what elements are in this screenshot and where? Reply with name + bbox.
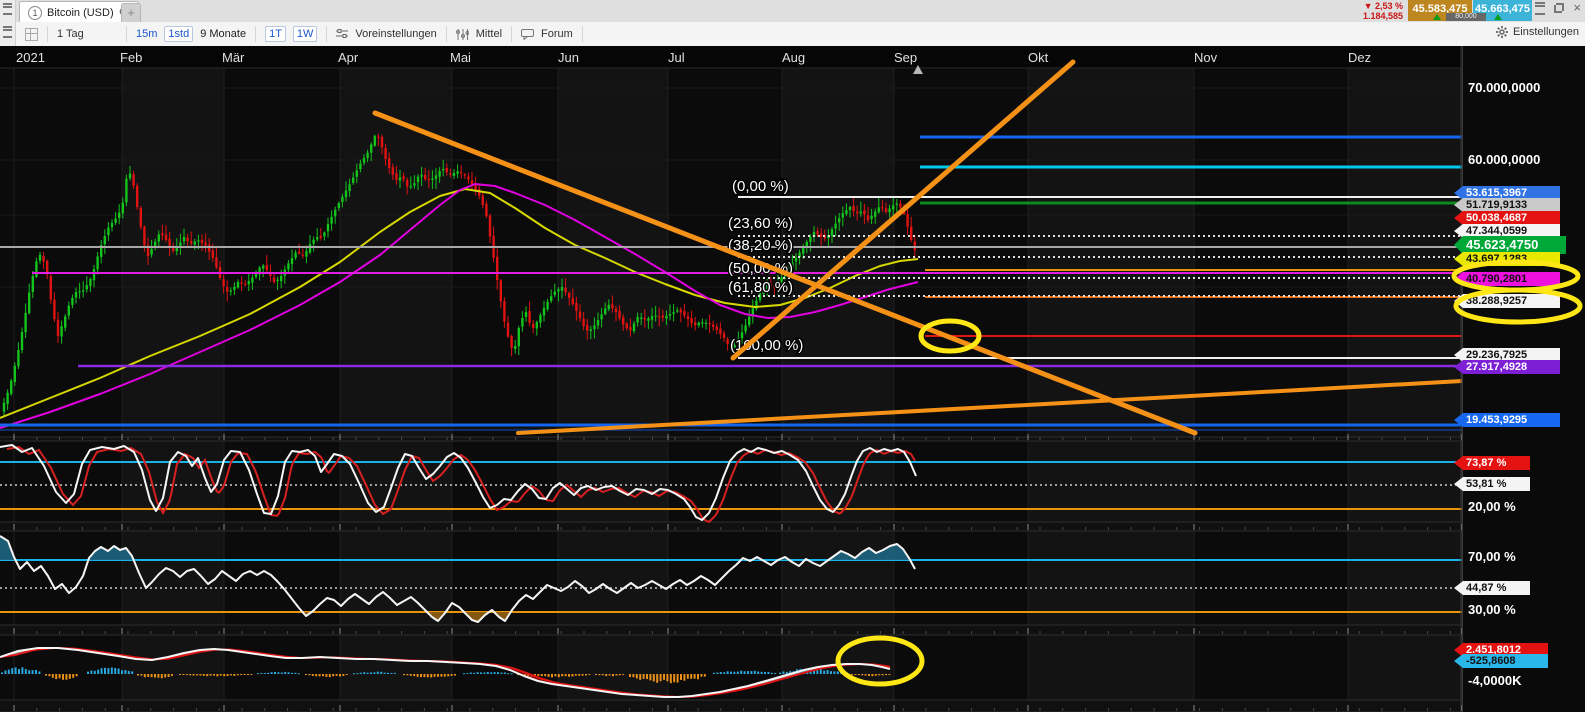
month-label: Feb [120,50,142,65]
settings-label: Einstellungen [1512,26,1579,38]
price-badge: 27.917,4928 [1454,360,1560,374]
forum-label: Forum [541,28,573,40]
month-label: Nov [1194,50,1218,65]
watchlist-icon[interactable] [3,26,12,38]
price-badge: 43.697,1283 [1454,252,1560,266]
sliders-icon [336,29,349,38]
price-badge: 50.038,4687 [1454,211,1560,225]
ask-up-arrow-icon [1494,14,1502,20]
tab-title: Bitcoin (USD) [47,6,114,19]
tab-number-icon: 1 [28,5,42,20]
timeframe-1std-button[interactable]: 1std [164,26,194,42]
main-menu-icon[interactable] [3,3,12,15]
bid-up-arrow-icon [1433,14,1441,20]
timeframe-1w-button[interactable]: 1W [292,26,318,42]
axis-label: -4,0000K [1468,673,1522,688]
chart-toolbar: 1 Tag 15m 1std 9 Monate 1T 1W Voreinstel… [0,22,1585,47]
month-label: Dez [1348,50,1371,65]
settings-button[interactable]: Einstellungen [1495,26,1579,38]
title-bar: 1 Bitcoin (USD) + ▼ 2,53 % 1.184,585 45.… [0,0,1585,23]
range-selector[interactable]: 9 Monate [200,28,246,40]
presets-button[interactable]: Voreinstellungen [327,26,447,42]
month-label: Okt [1028,50,1049,65]
change-percent: ▼ 2,53 % [1363,1,1403,11]
price-badge: 53.615,3967 [1454,186,1560,200]
speech-bubble-icon [521,28,535,40]
forum-button[interactable]: Forum [512,26,583,42]
axis-label: 30,00 % [1468,602,1516,617]
timeframe-15m-button[interactable]: 15m [136,28,157,40]
fib-label: (0,00 %) [732,178,789,195]
window-menu-icon[interactable] [1535,2,1546,14]
price-badge: 38.288,9257 [1454,294,1560,308]
presets-label: Voreinstellungen [355,28,437,40]
fib-label: (38,20 %) [728,237,793,254]
close-window-icon[interactable]: × [1573,1,1581,14]
price-badge: 73,87 % [1454,456,1530,470]
expand-window-icon[interactable] [1554,3,1565,13]
axis-label: 60.000,0000 [1468,152,1541,167]
fib-label: (23,60 %) [728,215,793,232]
change-absolute: 1.184,585 [1362,11,1403,21]
left-icon-strip [0,0,16,46]
axis-label: 70.000,0000 [1468,80,1541,95]
price-badge: -525,8608 [1454,654,1548,668]
timeframe-1t-button[interactable]: 1T [265,26,286,42]
month-label: 2021 [16,50,45,65]
axis-label: 20,00 % [1468,499,1516,514]
axis-label: 70,00 % [1468,549,1516,564]
fib-label: (61,80 %) [728,279,793,296]
month-label: Mär [222,50,245,65]
price-badge: 45.623,4750 [1454,236,1566,254]
month-label: Apr [338,50,359,65]
month-label: Sep [894,50,917,65]
price-badge: 29.236,7925 [1454,348,1560,362]
new-tab-button[interactable]: + [121,3,141,23]
trading-app-window: 1 Bitcoin (USD) + ▼ 2,53 % 1.184,585 45.… [0,0,1585,712]
price-badge: 19.453,9295 [1454,413,1560,427]
month-label: Jul [668,50,685,65]
price-axis[interactable]: 70.000,0000 60.000,0000 20,00 % 70,00 % 30,0… [1454,46,1585,712]
price-badge: 53,81 % [1454,477,1530,491]
mittel-label: Mittel [475,28,503,40]
price-badge: 44,87 % [1454,581,1530,595]
price-badge: 51.719,9133 [1454,198,1560,212]
gear-icon [1495,26,1508,38]
month-label: Jun [558,50,579,65]
price-badge: 40.790,2801 [1454,272,1560,286]
chart-canvas[interactable]: 2021 Feb Mär Apr Mai Jun Jul Aug Sep Okt Nov Dez (0,… [0,46,1462,712]
spread-value: 80,000 [1446,13,1486,21]
month-label: Aug [782,50,805,65]
month-label: Mai [450,50,471,65]
average-icon [455,28,469,40]
daily-change: ▼ 2,53 % 1.184,585 [1363,1,1403,21]
price-badge: 47.344,0599 [1454,224,1560,238]
layout-grid-icon[interactable] [25,27,38,41]
mittel-button[interactable]: Mittel [447,26,513,42]
timeframe-current[interactable]: 1 Tag [57,28,84,40]
